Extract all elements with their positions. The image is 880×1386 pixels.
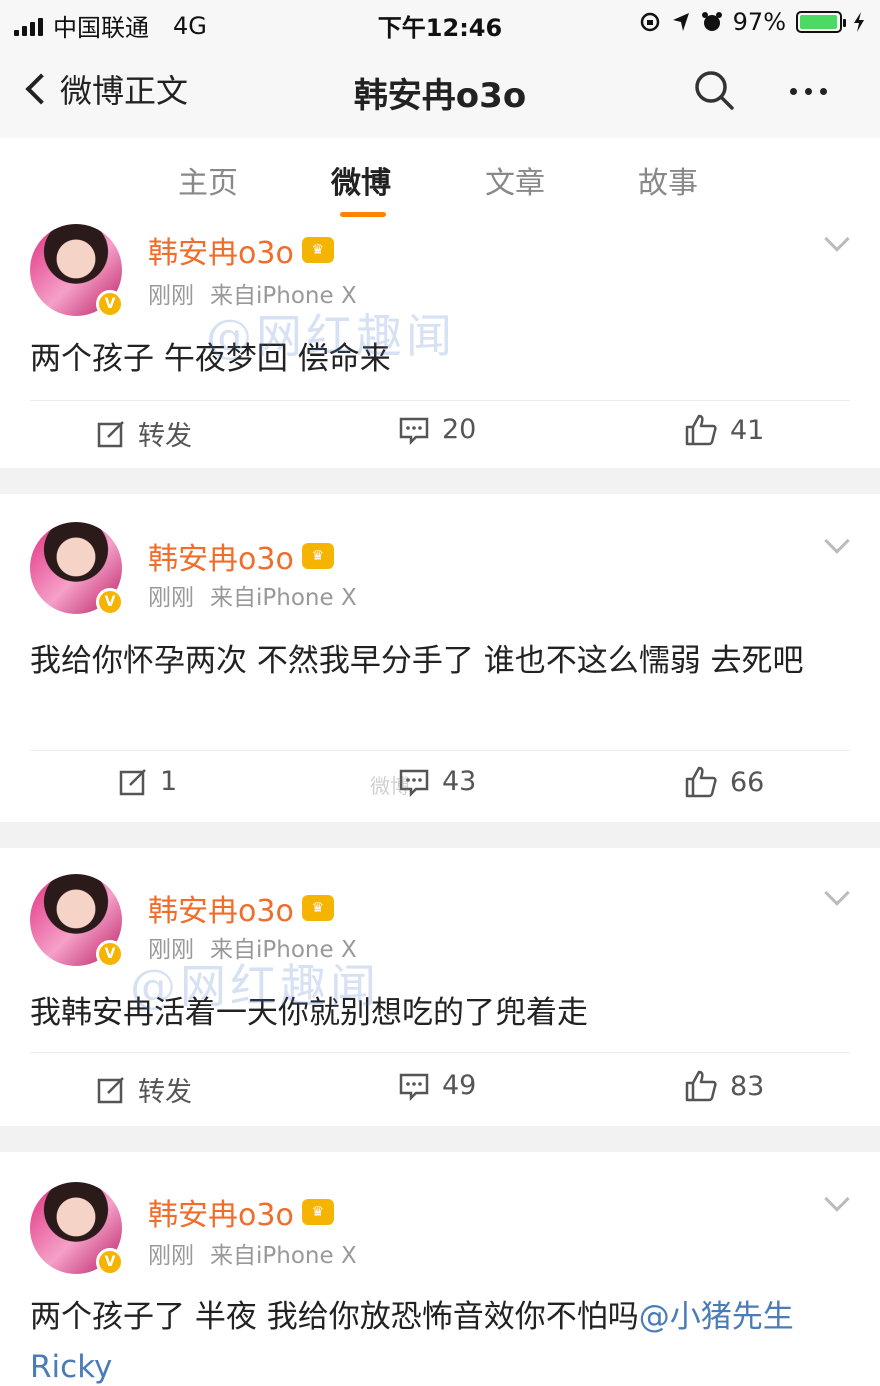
vip-crown-icon: ♛ <box>301 1199 334 1225</box>
vip-crown-icon: ♛ <box>301 237 334 263</box>
thumbs-up-icon <box>685 766 717 798</box>
divider <box>30 400 850 401</box>
repost-button[interactable]: 转发 <box>96 1070 192 1109</box>
post-text-body: 两个孩子了 半夜 我给你放恐怖音效你不怕吗 <box>30 1299 639 1335</box>
post-meta: 刚刚 来自iPhone X <box>148 1236 357 1270</box>
repost-icon <box>119 768 146 795</box>
verified-badge-icon: V <box>96 1248 124 1276</box>
post-text: 我韩安冉活着一天你就别想吃的了兜着走 <box>30 995 588 1031</box>
post-source: 来自iPhone X <box>210 937 357 963</box>
post-card: V 韩安冉o3o ♛ 刚刚 来自iPhone X 我给你怀孕两次 不然我早分手了 … <box>0 494 880 822</box>
location-icon <box>672 13 689 31</box>
post-text: 两个孩子 午夜梦回 偿命来 <box>30 341 391 377</box>
orientation-lock-icon <box>640 12 659 32</box>
page-title: 韩安冉o3o <box>353 76 527 116</box>
comment-icon <box>399 769 429 797</box>
active-tab-indicator <box>340 212 386 217</box>
post-meta: 刚刚 来自iPhone X <box>148 578 357 612</box>
like-count: 66 <box>730 766 765 798</box>
chevron-down-icon[interactable] <box>824 1186 850 1212</box>
post-text: 我给你怀孕两次 不然我早分手了 谁也不这么懦弱 去死吧 <box>30 643 804 679</box>
like-button[interactable]: 83 <box>684 1070 764 1102</box>
tab-articles[interactable]: 文章 <box>485 158 545 202</box>
battery-icon <box>796 11 846 33</box>
avatar[interactable]: V <box>30 1182 124 1276</box>
post-time: 刚刚 <box>148 937 194 963</box>
post-time: 刚刚 <box>148 283 194 309</box>
comment-button[interactable]: 20 <box>398 414 476 445</box>
repost-button[interactable]: 1 <box>118 766 177 797</box>
charging-icon <box>854 12 864 32</box>
thumbs-up-icon <box>685 414 717 446</box>
author-label: 韩安冉o3o <box>148 542 294 577</box>
post-meta: 刚刚 来自iPhone X <box>148 930 357 964</box>
post-card: V 韩安冉o3o ♛ 刚刚 来自iPhone X 两个孩子了 半夜 我给你放恐怖音… <box>0 1152 880 1386</box>
post-card: V 韩安冉o3o ♛ 刚刚 来自iPhone X 两个孩子 午夜梦回 偿命来 转发… <box>0 222 880 468</box>
chevron-down-icon[interactable] <box>824 528 850 554</box>
comment-icon <box>399 417 429 445</box>
comment-count: 43 <box>442 766 477 797</box>
avatar[interactable]: V <box>30 874 124 968</box>
repost-count: 1 <box>160 766 178 797</box>
avatar[interactable]: V <box>30 522 124 616</box>
author-label: 韩安冉o3o <box>148 1198 294 1233</box>
avatar[interactable]: V <box>30 224 124 318</box>
like-button[interactable]: 66 <box>684 766 764 798</box>
repost-label: 转发 <box>138 421 192 452</box>
thumbs-up-icon <box>685 1070 717 1102</box>
more-icon[interactable] <box>790 74 827 108</box>
chevron-down-icon[interactable] <box>824 226 850 252</box>
vip-crown-icon: ♛ <box>301 895 334 921</box>
author-name[interactable]: 韩安冉o3o ♛ <box>148 1190 334 1234</box>
author-label: 韩安冉o3o <box>148 894 294 929</box>
like-count: 83 <box>730 1070 765 1102</box>
chevron-down-icon[interactable] <box>824 880 850 906</box>
alarm-icon <box>701 12 722 31</box>
verified-badge-icon: V <box>96 588 124 616</box>
author-name[interactable]: 韩安冉o3o ♛ <box>148 886 334 930</box>
author-name[interactable]: 韩安冉o3o ♛ <box>148 534 334 578</box>
nav-bar: 微博正文 韩安冉o3o <box>0 44 880 138</box>
post-time: 刚刚 <box>148 585 194 611</box>
battery-percent: 97% <box>732 8 786 36</box>
author-label: 韩安冉o3o <box>148 236 294 271</box>
comment-count: 49 <box>442 1070 477 1101</box>
verified-badge-icon: V <box>96 940 124 968</box>
profile-tabs: 主页 微博 文章 故事 <box>0 138 880 222</box>
post-source: 来自iPhone X <box>210 585 357 611</box>
post-meta: 刚刚 来自iPhone X <box>148 276 357 310</box>
post-text: 两个孩子了 半夜 我给你放恐怖音效你不怕吗@小猪先生Ricky <box>30 1292 852 1386</box>
tab-home[interactable]: 主页 <box>178 158 238 202</box>
comment-icon <box>399 1073 429 1101</box>
repost-button[interactable]: 转发 <box>96 414 192 453</box>
tab-weibo[interactable]: 微博 <box>331 158 391 202</box>
repost-icon <box>97 1076 124 1103</box>
author-name[interactable]: 韩安冉o3o ♛ <box>148 228 334 272</box>
status-bar: 中国联通 4G 下午12:46 97% <box>0 0 880 44</box>
comment-count: 20 <box>442 414 477 445</box>
divider <box>30 750 850 751</box>
post-time: 刚刚 <box>148 1243 194 1269</box>
tab-stories[interactable]: 故事 <box>638 158 698 202</box>
search-icon[interactable] <box>692 68 738 114</box>
post-source: 来自iPhone X <box>210 283 357 309</box>
repost-label: 转发 <box>138 1077 192 1108</box>
comment-button[interactable]: 43 <box>398 766 476 797</box>
post-card: V 韩安冉o3o ♛ 刚刚 来自iPhone X 我韩安冉活着一天你就别想吃的了兜… <box>0 848 880 1126</box>
vip-crown-icon: ♛ <box>301 543 334 569</box>
post-source: 来自iPhone X <box>210 1243 357 1269</box>
repost-icon <box>97 420 124 447</box>
status-right: 97% <box>639 8 866 36</box>
comment-button[interactable]: 49 <box>398 1070 476 1101</box>
like-button[interactable]: 41 <box>684 414 764 446</box>
like-count: 41 <box>730 414 765 446</box>
battery-level <box>800 15 837 29</box>
verified-badge-icon: V <box>96 290 124 318</box>
divider <box>30 1052 850 1053</box>
